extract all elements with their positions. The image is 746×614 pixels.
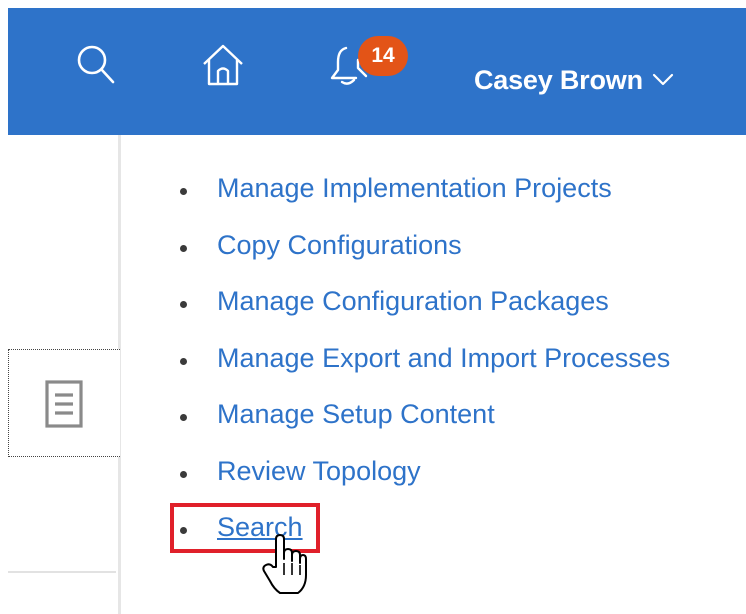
- side-panel-divider: [8, 571, 116, 573]
- pointer-hand-cursor: [262, 533, 308, 595]
- task-link-manage-export-and-import-processes[interactable]: Manage Export and Import Processes: [217, 343, 670, 374]
- task-link-copy-configurations[interactable]: Copy Configurations: [217, 230, 462, 261]
- bullet: [180, 470, 187, 478]
- task-link-manage-configuration-packages[interactable]: Manage Configuration Packages: [217, 286, 609, 317]
- user-menu[interactable]: Casey Brown: [474, 60, 675, 100]
- bullet: [180, 357, 187, 365]
- bullet: [180, 244, 187, 252]
- side-panel-tile[interactable]: [8, 349, 120, 457]
- page: 14 Casey Brown Manage Implementation Pro…: [0, 0, 746, 614]
- home-icon[interactable]: [199, 40, 247, 88]
- document-icon: [44, 379, 84, 429]
- search-icon[interactable]: [72, 40, 120, 88]
- notification-count-badge: 14: [358, 36, 408, 76]
- bullet: [180, 188, 187, 195]
- task-link-manage-setup-content[interactable]: Manage Setup Content: [217, 399, 495, 430]
- chevron-down-icon: [651, 72, 675, 88]
- bullet: [180, 301, 187, 308]
- user-name: Casey Brown: [474, 64, 643, 95]
- bullet: [180, 414, 187, 421]
- task-link-manage-implementation-projects[interactable]: Manage Implementation Projects: [217, 173, 612, 204]
- task-link-review-topology[interactable]: Review Topology: [217, 456, 421, 487]
